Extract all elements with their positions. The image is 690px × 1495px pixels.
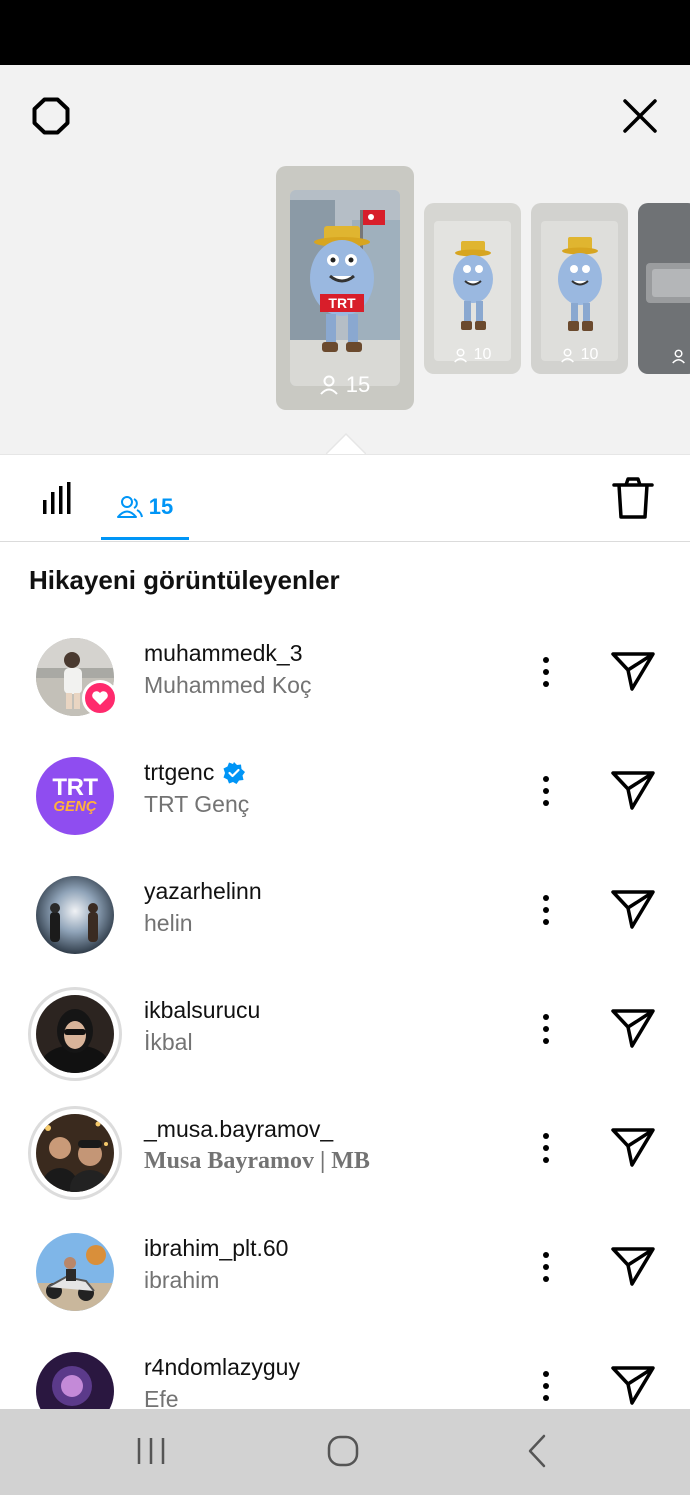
more-options-icon[interactable] <box>532 1249 560 1285</box>
avatar-image <box>36 995 114 1073</box>
avatar-logo-subtext: GENÇ <box>53 798 97 815</box>
viewers-icon <box>560 348 574 363</box>
story-viewer-count: 10 <box>424 346 521 364</box>
story-viewer-count: 15 <box>276 372 414 398</box>
story-viewer-count: 10 <box>531 346 628 364</box>
viewer-username[interactable]: muhammedk_3 <box>144 640 303 667</box>
avatar[interactable] <box>28 630 122 724</box>
verified-badge-icon <box>223 761 246 784</box>
username-text: ibrahim_plt.60 <box>144 1235 289 1261</box>
viewer-username[interactable]: ibrahim_plt.60 <box>144 1235 288 1262</box>
more-options-icon[interactable] <box>532 654 560 690</box>
back-icon[interactable] <box>520 1432 554 1470</box>
viewer-username[interactable]: trtgenc <box>144 759 246 786</box>
story-image: TRT <box>290 190 400 386</box>
avatar-image <box>36 1233 114 1311</box>
svg-text:TRT: TRT <box>328 295 356 311</box>
tab-active-indicator <box>101 537 189 540</box>
username-text: _musa.bayramov_ <box>144 1116 334 1142</box>
list-item[interactable]: ikbalsurucu İkbal <box>0 969 690 1088</box>
avatar[interactable] <box>28 1106 122 1200</box>
avatar[interactable]: TRT GENÇ <box>28 749 122 843</box>
list-item[interactable]: _musa.bayramov_ Musa Bayramov | MB <box>0 1088 690 1207</box>
tab-viewers[interactable]: 15 <box>101 474 189 540</box>
gear-icon[interactable] <box>29 94 73 138</box>
send-icon[interactable] <box>610 888 656 930</box>
username-text: ikbalsurucu <box>144 997 261 1023</box>
send-icon[interactable] <box>610 1364 656 1406</box>
more-options-icon[interactable] <box>532 1011 560 1047</box>
story-viewers-label: 15 <box>345 372 371 397</box>
viewer-username[interactable]: r4ndomlazyguy <box>144 1354 300 1381</box>
story-viewers-label: 10 <box>580 346 599 363</box>
avatar[interactable] <box>28 987 122 1081</box>
more-options-icon[interactable] <box>532 892 560 928</box>
section-title: Hikayeni görüntüleyenler <box>29 565 340 595</box>
send-icon[interactable] <box>610 1126 656 1168</box>
more-options-icon[interactable] <box>532 773 560 809</box>
viewer-fullname: Muhammed Koç <box>144 672 312 698</box>
recent-apps-icon[interactable] <box>132 1434 170 1468</box>
close-icon[interactable] <box>620 96 660 136</box>
viewer-fullname: Musa Bayramov | MB <box>144 1148 370 1174</box>
tab-viewers-count: 15 <box>148 494 174 519</box>
viewers-icon <box>672 349 685 364</box>
bar-chart-icon[interactable] <box>40 480 76 516</box>
viewers-icon <box>320 375 338 395</box>
send-icon[interactable] <box>610 650 656 692</box>
username-text: yazarhelinn <box>144 878 262 904</box>
viewer-username[interactable]: _musa.bayramov_ <box>144 1116 333 1143</box>
avatar-image <box>36 876 114 954</box>
story-viewer-count <box>638 349 690 364</box>
avatar-logo-text: TRT <box>52 774 98 801</box>
send-icon[interactable] <box>610 1245 656 1287</box>
list-item[interactable]: ibrahim_plt.60 ibrahim <box>0 1207 690 1326</box>
avatar-image <box>36 1114 114 1192</box>
username-text: muhammedk_3 <box>144 640 303 666</box>
username-text: trtgenc <box>144 759 215 785</box>
viewer-fullname: İkbal <box>144 1029 193 1055</box>
selected-story-pointer <box>326 432 366 454</box>
story-thumbnail-selected[interactable]: TRT 15 <box>276 166 414 410</box>
viewers-icon <box>116 496 143 518</box>
viewer-username[interactable]: ikbalsurucu <box>144 997 260 1024</box>
more-options-icon[interactable] <box>532 1130 560 1166</box>
story-thumbnail[interactable]: 10 <box>424 203 521 374</box>
send-icon[interactable] <box>610 1007 656 1049</box>
avatar[interactable] <box>28 868 122 962</box>
list-item[interactable]: TRT GENÇ trtgenc TRT Genç <box>0 731 690 850</box>
viewers-icon <box>453 348 467 363</box>
list-item[interactable]: yazarhelinn helin <box>0 850 690 969</box>
viewer-username[interactable]: yazarhelinn <box>144 878 262 905</box>
status-bar <box>0 0 690 65</box>
more-options-icon[interactable] <box>532 1368 560 1404</box>
story-viewers-label: 10 <box>473 346 492 363</box>
viewer-fullname: ibrahim <box>144 1267 220 1293</box>
trash-icon[interactable] <box>612 476 654 520</box>
send-icon[interactable] <box>610 769 656 811</box>
home-icon[interactable] <box>324 1432 362 1470</box>
viewer-fullname: helin <box>144 910 193 936</box>
viewer-fullname: TRT Genç <box>144 791 250 817</box>
username-text: r4ndomlazyguy <box>144 1354 300 1380</box>
story-thumbnail[interactable] <box>638 203 690 374</box>
heart-icon <box>82 680 118 716</box>
story-thumbnail[interactable]: 10 <box>531 203 628 374</box>
avatar[interactable] <box>28 1225 122 1319</box>
list-item[interactable]: muhammedk_3 Muhammed Koç <box>0 612 690 731</box>
